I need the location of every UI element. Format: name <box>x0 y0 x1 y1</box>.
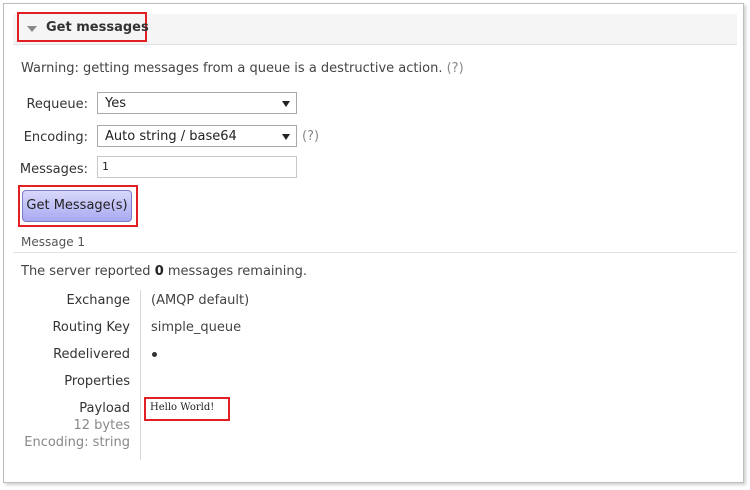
exchange-value: (AMQP default) <box>151 293 250 308</box>
server-report: The server reported 0 messages remaining… <box>21 264 307 279</box>
properties-label: Properties <box>64 374 130 389</box>
encoding-help-link[interactable]: (?) <box>302 129 319 144</box>
redelivered-indicator-icon <box>152 352 157 357</box>
section-title[interactable]: Get messages <box>46 20 149 35</box>
messages-remaining-count: 0 <box>154 264 164 279</box>
requeue-select[interactable]: Yes <box>97 92 297 114</box>
exchange-label: Exchange <box>66 293 130 308</box>
warning-message: Warning: getting messages from a queue i… <box>21 61 464 76</box>
messages-input[interactable]: 1 <box>97 156 297 178</box>
message-header: Message 1 <box>21 235 86 249</box>
encoding-label: Encoding: <box>23 130 88 145</box>
payload-encoding: Encoding: string <box>24 435 130 450</box>
server-report-prefix: The server reported <box>21 264 151 279</box>
encoding-selected-value: Auto string / base64 <box>105 129 237 144</box>
requeue-label: Requeue: <box>26 97 88 112</box>
warning-help-link[interactable]: (?) <box>447 61 464 76</box>
get-messages-button[interactable]: Get Message(s) <box>22 190 132 222</box>
server-report-suffix: messages remaining. <box>167 264 307 279</box>
requeue-dropdown-icon <box>282 101 290 107</box>
encoding-dropdown-icon <box>282 134 290 140</box>
messages-label: Messages: <box>19 162 88 177</box>
collapse-triangle-icon[interactable] <box>27 26 37 32</box>
message-divider <box>13 252 737 253</box>
payload-label: Payload <box>79 401 130 416</box>
encoding-select[interactable]: Auto string / base64 <box>97 125 297 147</box>
payload-size: 12 bytes <box>73 418 131 433</box>
warning-text: Warning: getting messages from a queue i… <box>21 61 443 76</box>
routing-key-label: Routing Key <box>52 320 130 335</box>
requeue-selected-value: Yes <box>105 96 126 111</box>
routing-key-value: simple_queue <box>151 320 242 335</box>
payload-value: Hello World! <box>150 402 215 413</box>
redelivered-label: Redelivered <box>53 347 130 362</box>
properties-divider <box>140 290 141 460</box>
